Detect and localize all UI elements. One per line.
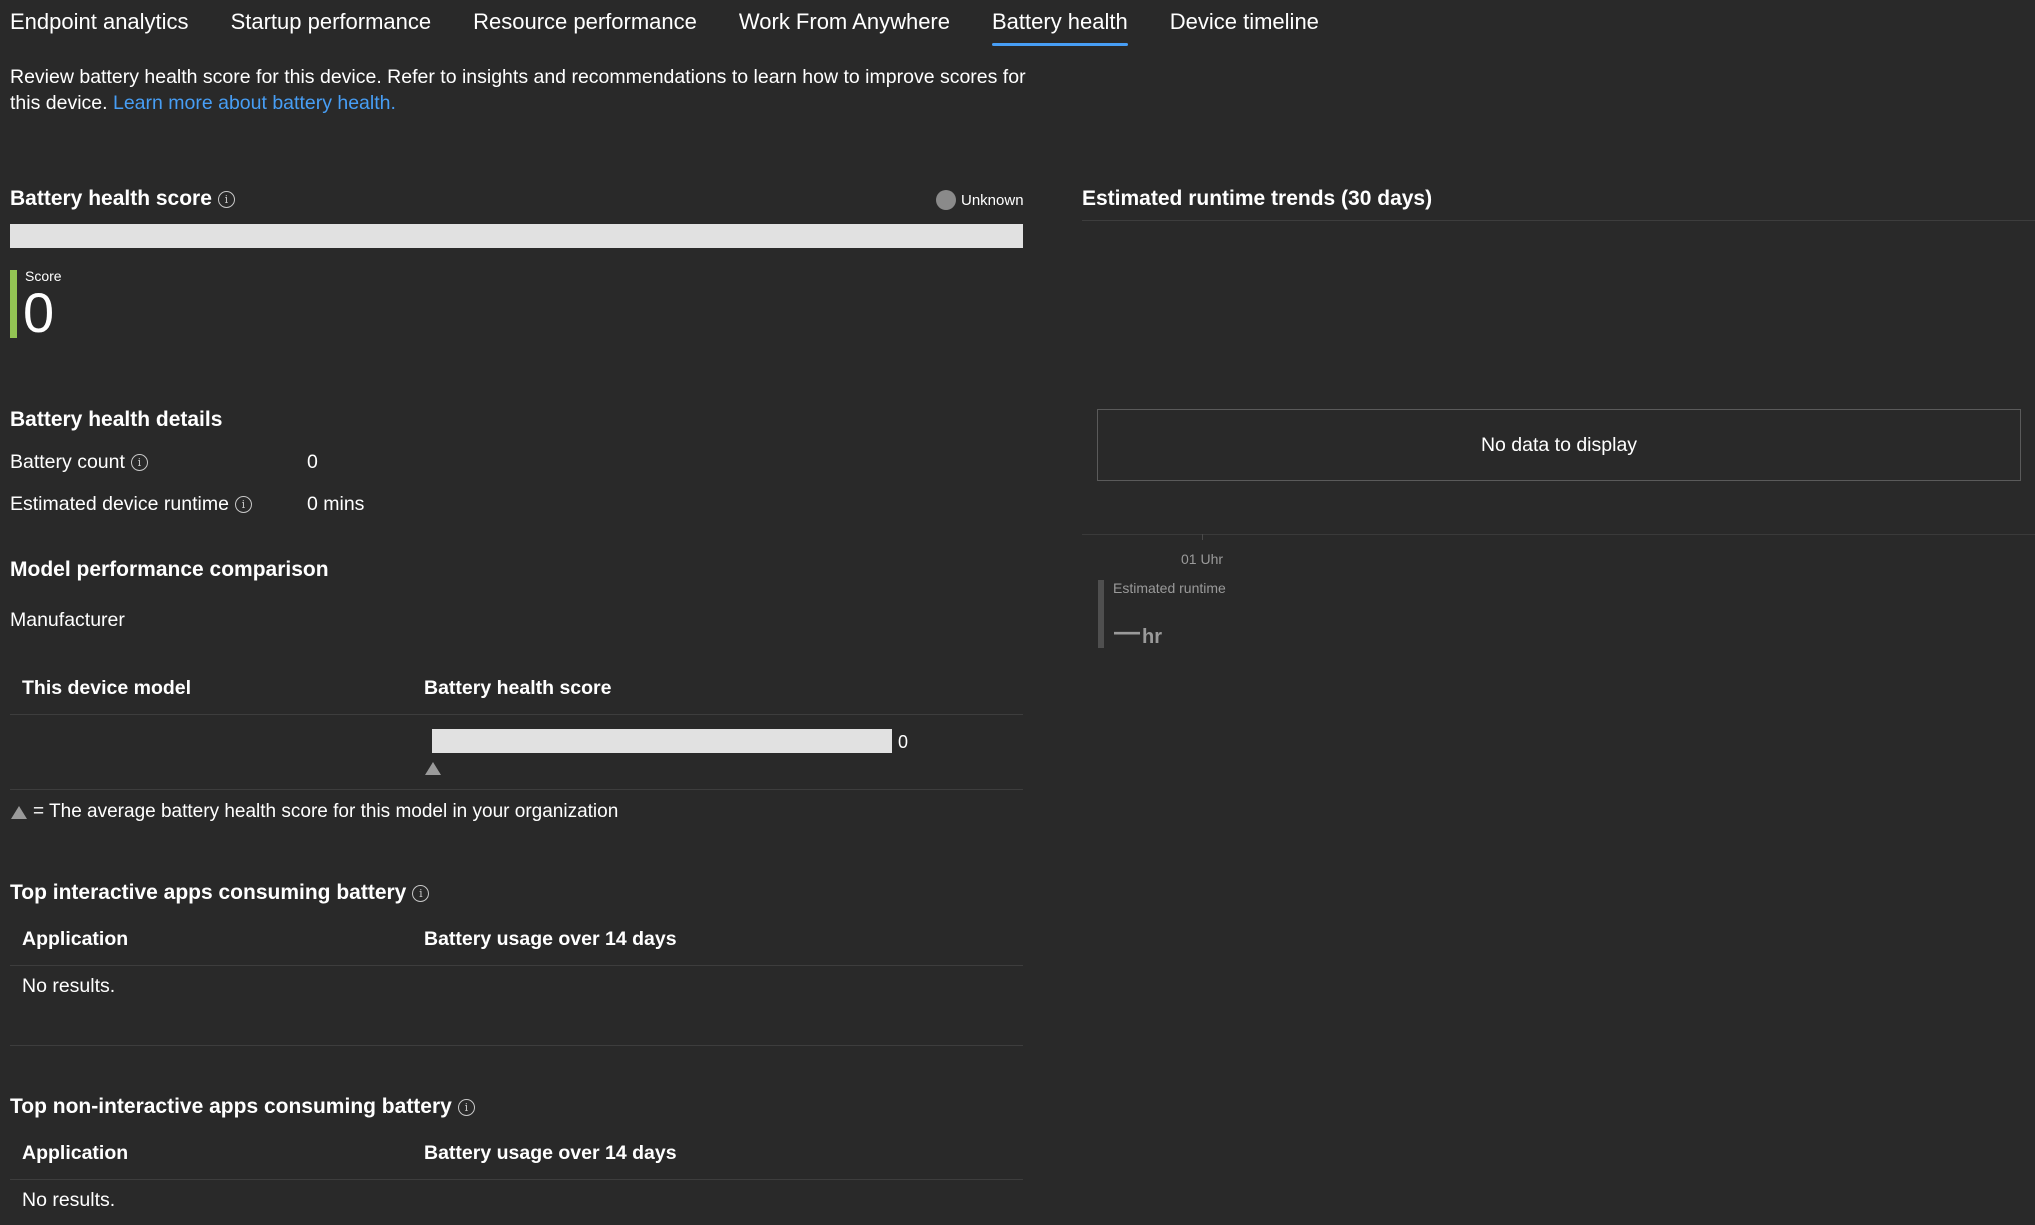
tab-work-from-anywhere[interactable]: Work From Anywhere [739,0,950,48]
estimated-runtime-value: 0 mins [307,493,365,515]
column-header-battery-usage: Battery usage over 14 days [424,928,677,950]
manufacturer-label: Manufacturer [10,609,125,631]
tab-endpoint-analytics[interactable]: Endpoint analytics [10,0,189,48]
info-icon[interactable]: i [217,190,235,208]
unknown-status-dot-icon [936,190,956,210]
score-bar [10,224,1023,248]
estimated-runtime-label-text: Estimated device runtime [10,493,229,515]
chart-axis-line [1082,534,2035,535]
tab-bar: Endpoint analytics Startup performance R… [10,0,1361,48]
legend-unit: hr [1142,626,1162,648]
divider [10,1179,1023,1180]
divider [10,965,1023,966]
score-accent-bar [10,270,17,338]
details-title: Battery health details [10,408,223,431]
tab-device-timeline[interactable]: Device timeline [1170,0,1319,48]
model-score-value: 0 [898,732,909,752]
tab-resource-performance[interactable]: Resource performance [473,0,697,48]
score-card-title-text: Battery health score [10,187,212,210]
interactive-apps-title-text: Top interactive apps consuming battery [10,881,407,904]
legend-accent-bar [1098,580,1104,648]
column-header-device-model: This device model [22,677,192,699]
divider [10,714,1023,715]
info-icon[interactable]: i [457,1098,475,1116]
interactive-apps-empty: No results. [22,975,116,997]
column-header-application: Application [22,928,129,950]
battery-count-label-text: Battery count [10,451,125,473]
noninteractive-apps-empty: No results. [22,1189,116,1211]
learn-more-link[interactable]: Learn more about battery health. [113,92,396,114]
trends-title: Estimated runtime trends (30 days) [1082,187,1433,210]
average-legend-text: = The average battery health score for t… [33,801,619,822]
battery-count-label: Battery count i [10,451,148,474]
estimated-runtime-label: Estimated device runtime i [10,493,252,516]
info-icon[interactable]: i [234,496,252,514]
info-icon[interactable]: i [130,454,148,472]
score-value: 0 [23,281,55,344]
x-tick-mark [1202,534,1203,540]
x-tick-label: 01 Uhr [1181,551,1224,567]
legend-label: Estimated runtime [1113,580,1226,596]
legend-value: — [1114,616,1140,646]
status-indicator: Unknown [936,190,1024,210]
divider [10,1045,1023,1046]
interactive-apps-title: Top interactive apps consuming battery i [10,881,430,905]
column-header-battery-usage: Battery usage over 14 days [424,1142,677,1164]
page-description: Review battery health score for this dev… [10,64,1030,116]
status-label: Unknown [961,191,1024,209]
average-marker-icon [425,762,441,775]
column-header-application: Application [22,1142,129,1164]
noninteractive-apps-title: Top non-interactive apps consuming batte… [10,1095,475,1119]
divider [1082,220,2035,221]
model-comparison-title: Model performance comparison [10,558,329,581]
info-icon[interactable]: i [412,884,430,902]
divider [10,789,1023,790]
battery-count-value: 0 [307,451,318,473]
model-score-bar [432,729,892,753]
column-header-battery-score: Battery health score [424,677,612,699]
legend-triangle-icon [11,806,27,819]
no-data-box: No data to display [1097,409,2021,481]
no-data-text: No data to display [1480,433,1638,456]
tab-battery-health[interactable]: Battery health [992,0,1128,48]
noninteractive-apps-title-text: Top non-interactive apps consuming batte… [10,1095,452,1118]
tab-startup-performance[interactable]: Startup performance [231,0,432,48]
score-card-title: Battery health score i [10,187,235,211]
